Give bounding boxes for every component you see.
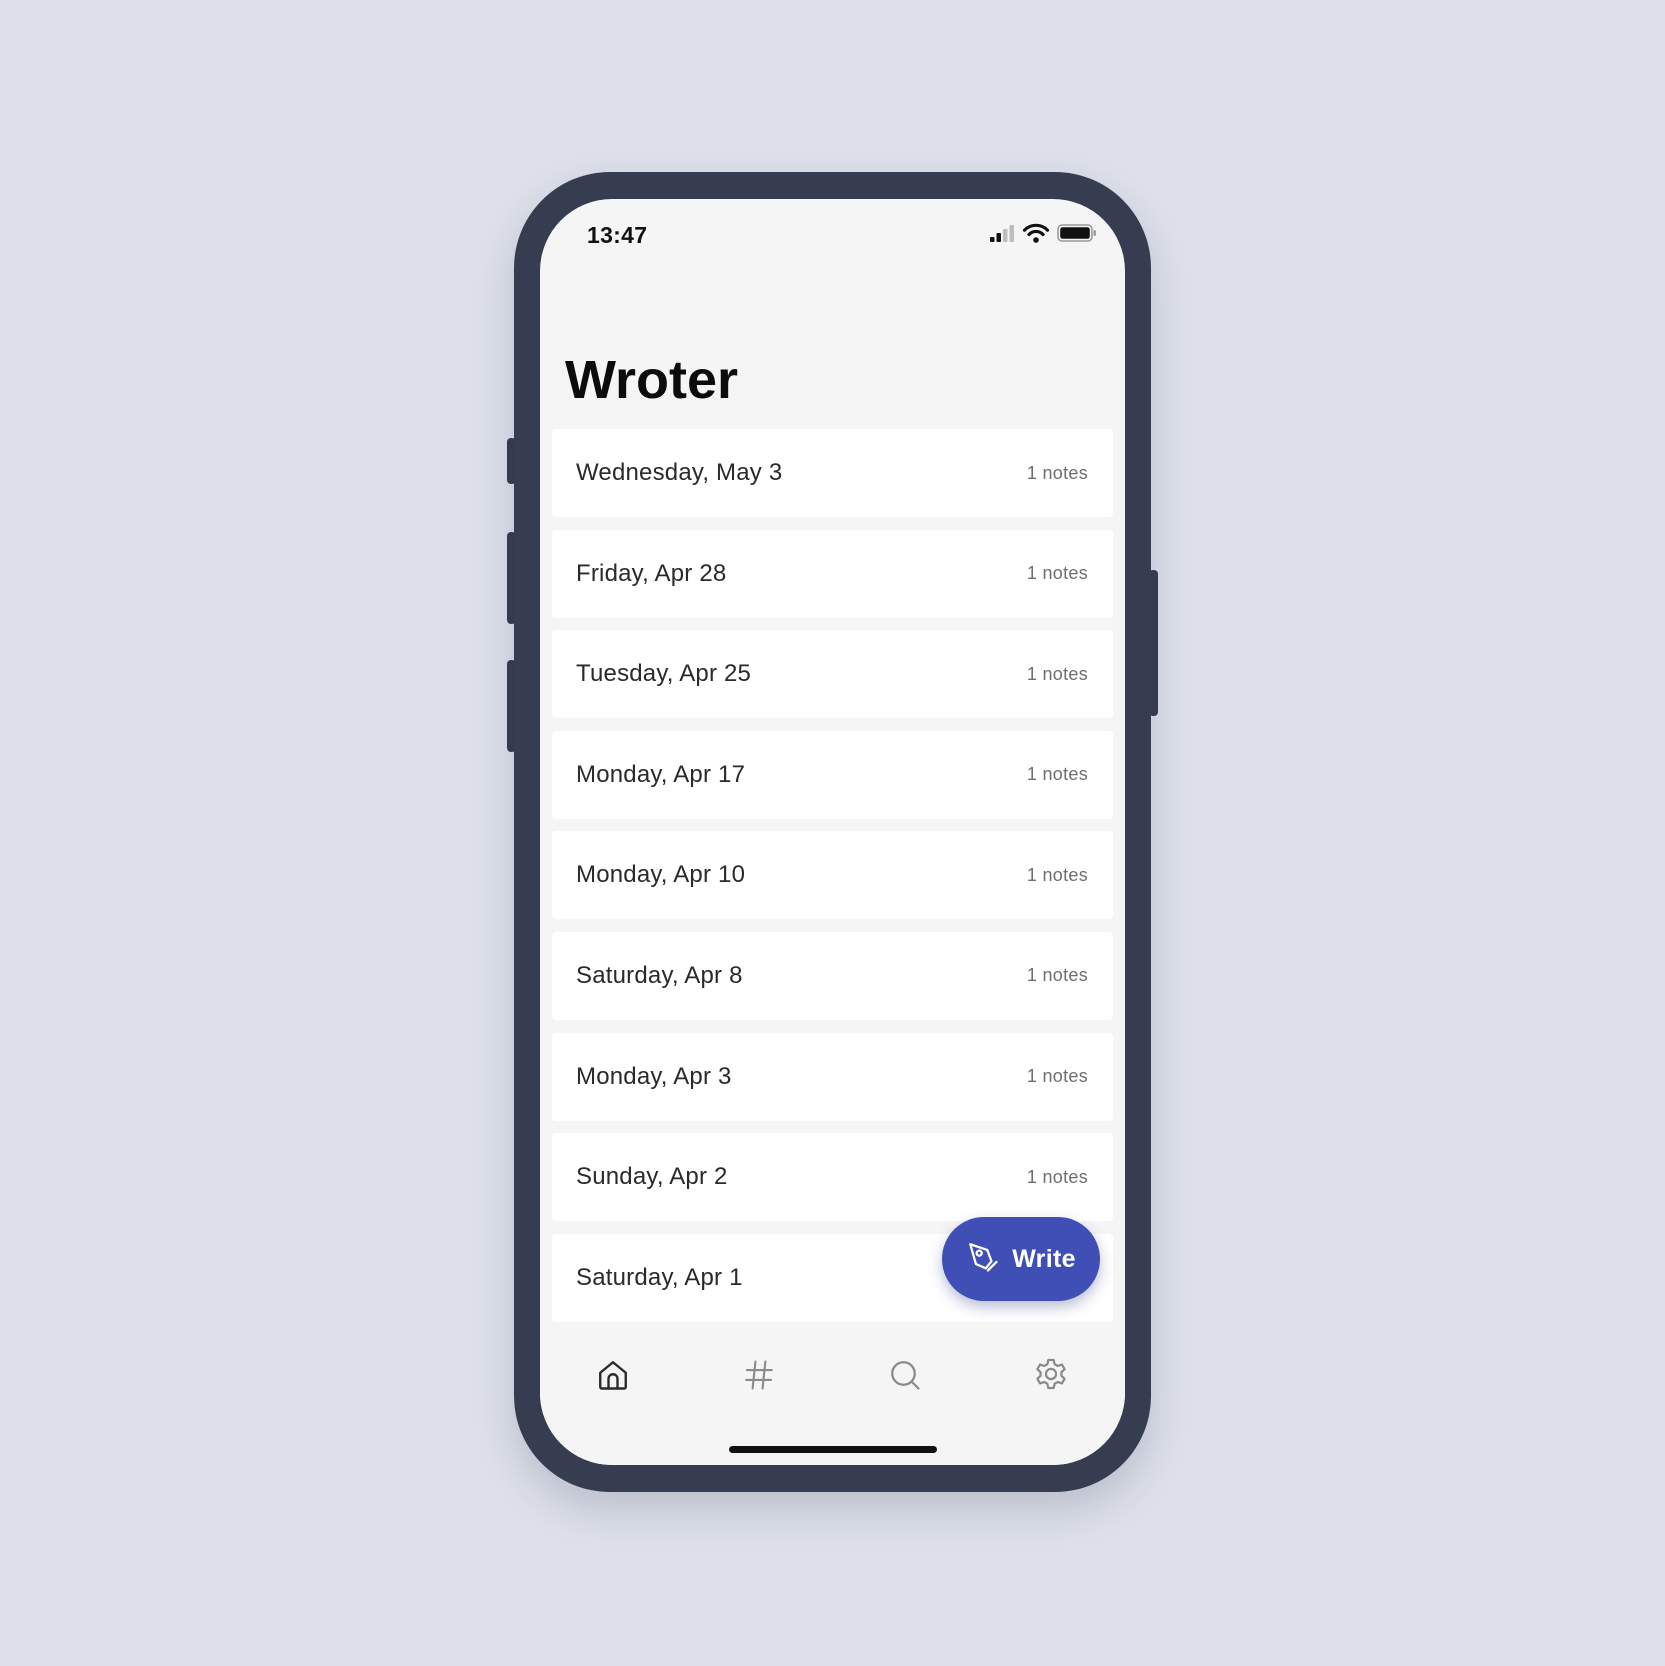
day-label: Sunday, Apr 2 — [576, 1163, 728, 1191]
note-count: 1 notes — [1026, 965, 1088, 986]
day-row[interactable]: Monday, Apr 17 1 notes — [552, 730, 1113, 819]
day-label: Wednesday, May 3 — [576, 459, 783, 486]
note-count: 1 notes — [1026, 1166, 1088, 1187]
note-count: 1 notes — [1026, 764, 1088, 785]
day-label: Friday, Apr 28 — [576, 559, 727, 587]
day-row[interactable]: Monday, Apr 3 1 notes — [552, 1032, 1113, 1121]
battery-icon — [1057, 223, 1097, 248]
note-count: 1 notes — [1026, 462, 1088, 483]
bottom-tab-bar — [540, 1322, 1125, 1465]
home-icon — [595, 1357, 631, 1398]
note-count: 1 notes — [1026, 864, 1088, 885]
day-label: Saturday, Apr 8 — [576, 961, 743, 989]
tab-tags[interactable] — [729, 1347, 789, 1407]
status-bar: 13:47 — [540, 199, 1125, 259]
day-row[interactable]: Saturday, Apr 8 1 notes — [552, 931, 1113, 1020]
note-count: 1 notes — [1026, 663, 1088, 684]
tab-search[interactable] — [875, 1347, 935, 1407]
status-time: 13:47 — [587, 222, 648, 248]
page-title: Wroter — [565, 350, 739, 410]
wifi-icon — [1022, 223, 1050, 248]
write-button-label: Write — [1012, 1244, 1076, 1273]
day-row[interactable]: Friday, Apr 28 1 notes — [552, 529, 1113, 618]
day-label: Monday, Apr 10 — [576, 861, 746, 889]
day-label: Monday, Apr 3 — [576, 1062, 732, 1090]
day-row[interactable]: Tuesday, Apr 25 1 notes — [552, 630, 1113, 719]
tab-settings[interactable] — [1021, 1347, 1081, 1407]
gear-icon — [1032, 1356, 1070, 1399]
phone-screen: 13:47 Wroter Wednesday, May 3 1 notes Fr… — [540, 199, 1125, 1465]
day-row[interactable]: Monday, Apr 10 1 notes — [552, 831, 1113, 920]
day-row[interactable]: Sunday, Apr 2 1 notes — [552, 1133, 1113, 1222]
note-count: 1 notes — [1026, 1066, 1088, 1087]
search-icon — [887, 1357, 923, 1398]
day-label: Tuesday, Apr 25 — [576, 660, 752, 688]
note-count: 1 notes — [1026, 563, 1088, 584]
tab-home[interactable] — [583, 1347, 643, 1407]
day-list: Wednesday, May 3 1 notes Friday, Apr 28 … — [552, 429, 1113, 1334]
signal-icon — [989, 224, 1015, 247]
day-label: Saturday, Apr 1 — [576, 1263, 743, 1291]
hashtag-icon — [742, 1358, 776, 1397]
day-row[interactable]: Wednesday, May 3 1 notes — [552, 429, 1113, 517]
status-icons — [989, 223, 1097, 248]
home-indicator[interactable] — [729, 1446, 937, 1453]
day-label: Monday, Apr 17 — [576, 760, 746, 788]
pen-nib-icon — [966, 1240, 1000, 1279]
write-button[interactable]: Write — [942, 1217, 1100, 1301]
